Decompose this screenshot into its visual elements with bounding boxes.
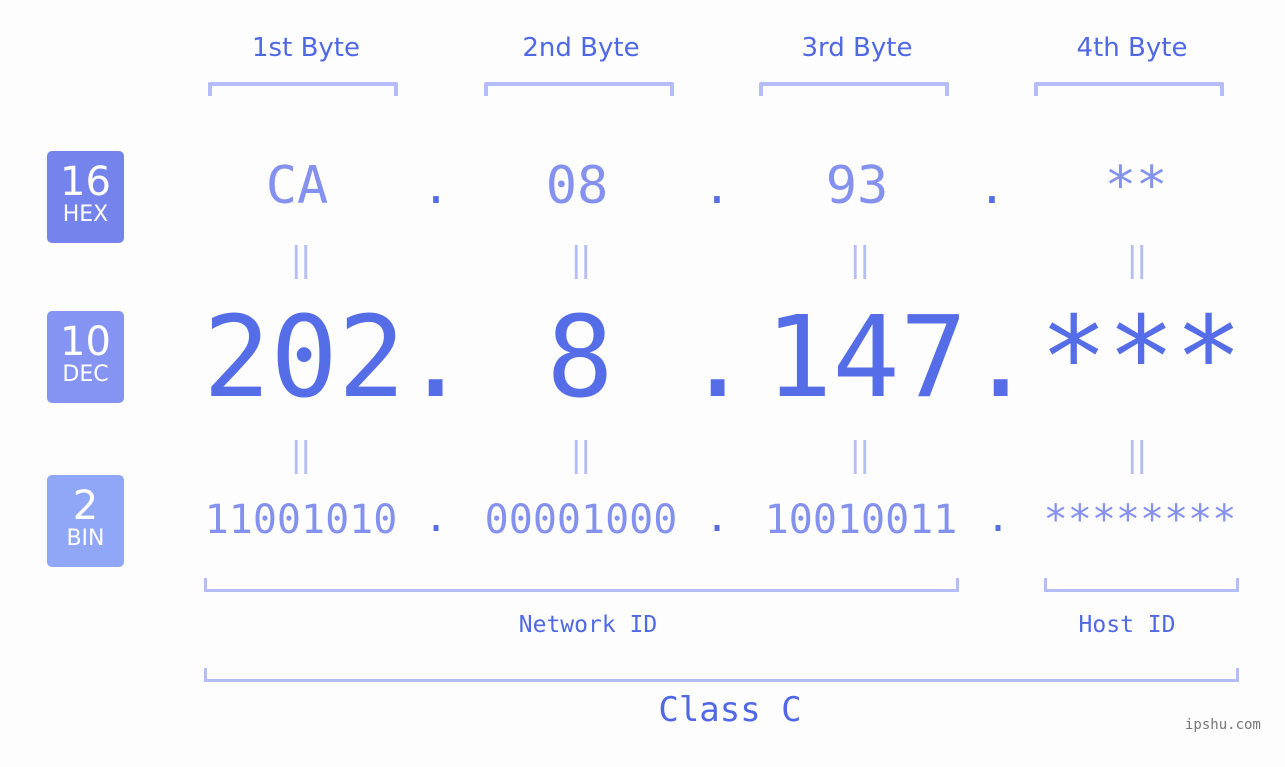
byte-label-3: 3rd Byte — [801, 33, 913, 63]
byte-label-4: 4th Byte — [1076, 33, 1188, 63]
hex-badge: 16 HEX — [47, 151, 124, 243]
equals-icon: || — [849, 435, 871, 475]
hex-name: HEX — [62, 202, 109, 227]
dec-octet-3: 147 — [765, 293, 968, 423]
network-id-bracket — [204, 578, 959, 592]
host-id-bracket — [1044, 578, 1239, 592]
dec-name: DEC — [62, 362, 109, 387]
hex-octet-4: ** — [1104, 156, 1168, 216]
bin-separator: . — [423, 495, 449, 541]
host-id-label: Host ID — [1078, 612, 1176, 638]
dec-octet-4: *** — [1040, 293, 1243, 423]
dec-separator: . — [402, 293, 470, 423]
bin-name: BIN — [66, 526, 105, 551]
hex-octet-1: CA — [265, 156, 329, 216]
bin-octet-3: 10010011 — [764, 497, 958, 543]
equals-icon: || — [849, 240, 871, 280]
dec-radix: 10 — [60, 319, 111, 365]
network-id-label: Network ID — [518, 612, 658, 638]
dec-badge: 10 DEC — [47, 311, 124, 403]
byte-label-1: 1st Byte — [252, 33, 360, 63]
bin-octet-2: 00001000 — [484, 497, 678, 543]
class-bracket — [204, 668, 1239, 682]
dec-separator: . — [967, 293, 1035, 423]
equals-icon: || — [570, 435, 592, 475]
class-label: Class C — [658, 690, 802, 730]
byte-bracket-1 — [208, 82, 398, 96]
equals-icon: || — [1126, 435, 1148, 475]
byte-bracket-2 — [484, 82, 674, 96]
dec-octet-1: 202 — [203, 293, 406, 423]
byte-bracket-4 — [1034, 82, 1224, 96]
equals-icon: || — [290, 240, 312, 280]
equals-icon: || — [570, 240, 592, 280]
byte-bracket-3 — [759, 82, 949, 96]
watermark: ipshu.com — [1185, 717, 1261, 733]
bin-badge: 2 BIN — [47, 475, 124, 567]
dec-separator: . — [684, 293, 752, 423]
byte-label-2: 2nd Byte — [522, 33, 640, 63]
hex-radix: 16 — [60, 159, 111, 205]
hex-octet-2: 08 — [545, 156, 609, 216]
equals-icon: || — [1126, 240, 1148, 280]
bin-octet-4: ******** — [1043, 497, 1237, 543]
bin-octet-1: 11001010 — [204, 497, 398, 543]
dec-octet-2: 8 — [546, 293, 614, 423]
hex-octet-3: 93 — [825, 156, 889, 216]
bin-radix: 2 — [72, 483, 99, 529]
equals-icon: || — [290, 435, 312, 475]
